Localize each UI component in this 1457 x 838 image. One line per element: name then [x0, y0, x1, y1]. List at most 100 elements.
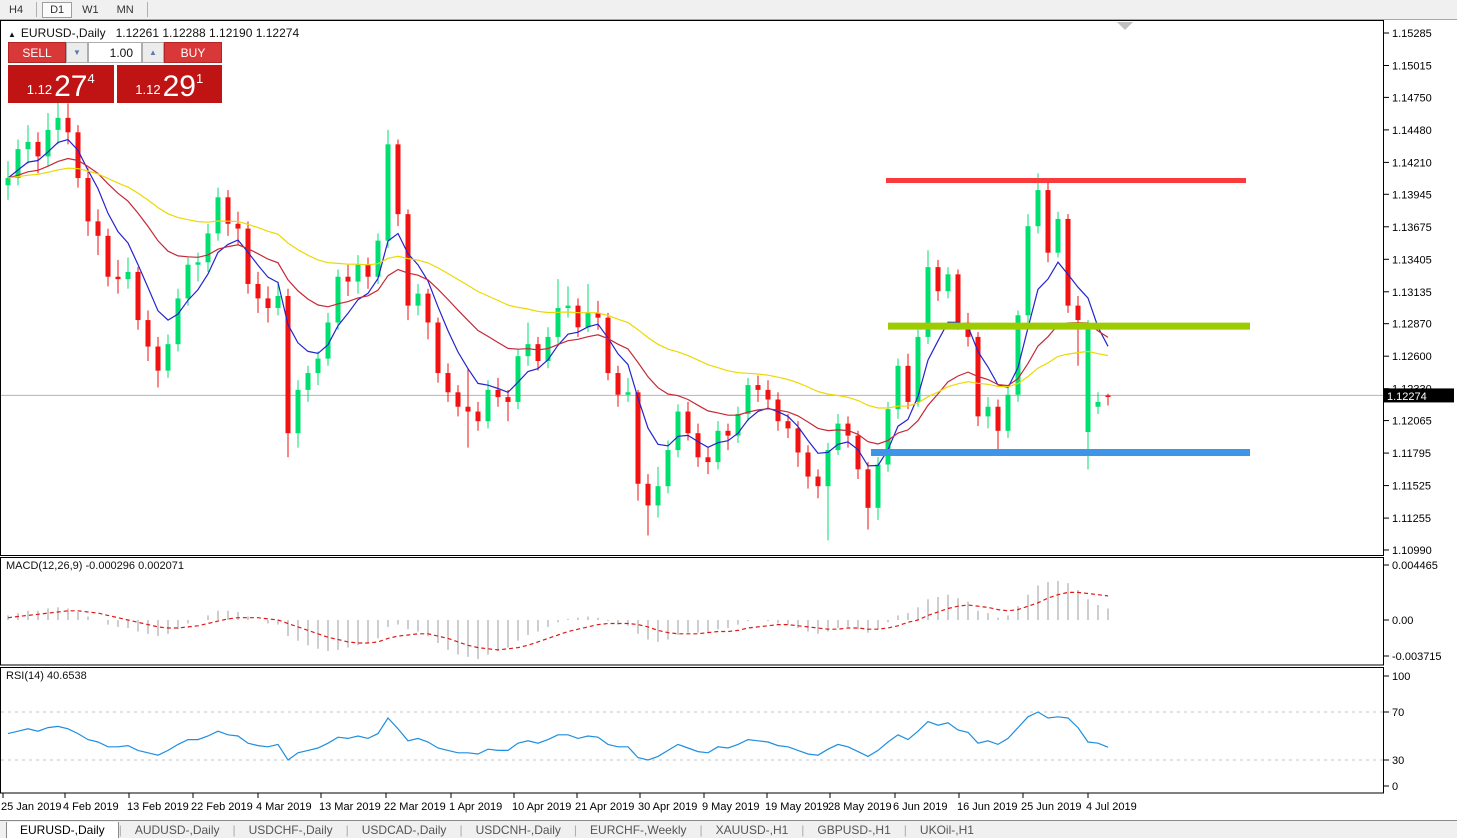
candle-body: [476, 412, 481, 422]
date-axis-label: 13 Feb 2019: [127, 801, 189, 813]
tab-usdcad-daily[interactable]: USDCAD-,Daily: [349, 822, 460, 838]
rsi-axis-label: 100: [1392, 671, 1410, 683]
candle-body: [566, 306, 571, 308]
tab-usdcnh-daily[interactable]: USDCNH-,Daily: [463, 822, 574, 838]
candle-body: [1086, 326, 1091, 432]
price-axis-label: 1.13405: [1392, 254, 1432, 266]
date-axis-label: 10 Apr 2019: [512, 801, 571, 813]
rsi-axis-label: 0: [1392, 781, 1398, 793]
tab-usdchf-daily[interactable]: USDCHF-,Daily: [236, 822, 346, 838]
candle-body: [1076, 306, 1081, 320]
candle-body: [666, 450, 671, 486]
candle-body: [936, 267, 941, 291]
candle-body: [786, 421, 791, 428]
one-click-trade-panel: SELL ▼ ▲ BUY 1.12 27 4 1.12 29 1: [8, 42, 222, 103]
buy-button[interactable]: BUY: [164, 42, 222, 63]
candle-body: [426, 294, 431, 323]
volume-increase-button[interactable]: ▲: [142, 42, 164, 63]
candle-body: [6, 178, 11, 185]
tab-gbpusd-h1[interactable]: GBPUSD-,H1: [804, 822, 903, 838]
candle-body: [806, 452, 811, 476]
candle-body: [756, 385, 761, 390]
candle-body: [216, 197, 221, 233]
candle-body: [336, 277, 341, 323]
candle-body: [1046, 190, 1051, 253]
tab-eurusd-daily[interactable]: EURUSD-,Daily: [6, 822, 119, 838]
candle-body: [466, 407, 471, 412]
candle-body: [406, 214, 411, 305]
buy-price-box[interactable]: 1.12 29 1: [117, 65, 223, 103]
sell-price-prefix: 1.12: [27, 82, 52, 97]
collapse-panel-icon[interactable]: ▲: [8, 30, 16, 39]
price-axis-label: 1.12870: [1392, 319, 1432, 331]
candle-body: [716, 431, 721, 462]
sell-button[interactable]: SELL: [8, 42, 66, 63]
candle-body: [386, 144, 391, 240]
candle-body: [826, 450, 831, 486]
macd-label: MACD(12,26,9) -0.000296 0.002071: [6, 560, 184, 572]
candle-body: [766, 390, 771, 400]
candle-body: [876, 465, 881, 508]
candle-body: [96, 221, 101, 235]
chart-title: ▲EURUSD-,Daily1.12261 1.12288 1.12190 1.…: [8, 26, 299, 40]
candle-body: [396, 144, 401, 214]
candle-body: [316, 359, 321, 373]
candle-body: [636, 392, 641, 483]
rsi-value: 40.6538: [47, 670, 87, 682]
macd-pane-border: [1, 558, 1384, 666]
candle-body: [196, 262, 201, 264]
candle-body: [366, 265, 371, 277]
candle-body: [656, 486, 661, 505]
candle-body: [66, 118, 71, 132]
candle-body: [1056, 219, 1061, 253]
date-axis-label: 22 Mar 2019: [384, 801, 446, 813]
date-axis-label: 28 May 2019: [828, 801, 892, 813]
candle-body: [146, 320, 151, 346]
candle-body: [706, 457, 711, 462]
candle-body: [676, 412, 681, 451]
date-axis-label: 22 Feb 2019: [191, 801, 253, 813]
tab-xauusd-h1[interactable]: XAUUSD-,H1: [703, 822, 802, 838]
price-axis-label: 1.14480: [1392, 125, 1432, 137]
candle-body: [886, 409, 891, 464]
candle-body: [1026, 226, 1031, 315]
date-axis-label: 13 Mar 2019: [319, 801, 381, 813]
candle-body: [1006, 395, 1011, 431]
candle-body: [126, 272, 131, 279]
volume-decrease-button[interactable]: ▼: [66, 42, 88, 63]
price-axis-label: 1.11255: [1392, 513, 1431, 525]
candle-body: [606, 318, 611, 373]
macd-signal-value: 0.002071: [138, 560, 184, 572]
candle-body: [56, 118, 61, 130]
sell-price-box[interactable]: 1.12 27 4: [8, 65, 114, 103]
candle-body: [246, 229, 251, 284]
tab-ukoil-h1[interactable]: UKOil-,H1: [907, 822, 987, 838]
date-axis-label: 4 Mar 2019: [256, 801, 312, 813]
tab-eurchf-weekly[interactable]: EURCHF-,Weekly: [577, 822, 699, 838]
candle-body: [816, 477, 821, 487]
candle-body: [586, 313, 591, 327]
chart-canvas[interactable]: 1.152851.150151.147501.144801.142101.139…: [0, 0, 1457, 838]
rsi-label: RSI(14) 40.6538: [6, 670, 87, 682]
price-axis-label: 1.13675: [1392, 222, 1432, 234]
candle-body: [746, 385, 751, 414]
price-axis-label: 1.15285: [1392, 28, 1432, 40]
candle-body: [176, 298, 181, 344]
volume-input[interactable]: [88, 42, 142, 63]
date-axis-label: 6 Jun 2019: [893, 801, 947, 813]
macd-axis-label: 0.00: [1392, 615, 1413, 627]
symbol-tab-bar: EURUSD-,Daily|AUDUSD-,Daily|USDCHF-,Dail…: [0, 820, 1457, 838]
rsi-axis-label: 70: [1392, 707, 1404, 719]
candle-body: [36, 142, 41, 156]
price-axis-label: 1.11525: [1392, 481, 1431, 493]
date-axis-label: 30 Apr 2019: [638, 801, 697, 813]
price-axis-label: 1.15015: [1392, 60, 1432, 72]
date-axis-label: 1 Apr 2019: [449, 801, 502, 813]
macd-main-value: -0.000296: [85, 560, 135, 572]
candle-body: [1036, 190, 1041, 226]
candle-body: [306, 373, 311, 390]
chart-symbol-label: EURUSD-,Daily: [21, 26, 106, 40]
tab-audusd-daily[interactable]: AUDUSD-,Daily: [122, 822, 233, 838]
candle-body: [106, 236, 111, 277]
candle-body: [26, 142, 31, 149]
